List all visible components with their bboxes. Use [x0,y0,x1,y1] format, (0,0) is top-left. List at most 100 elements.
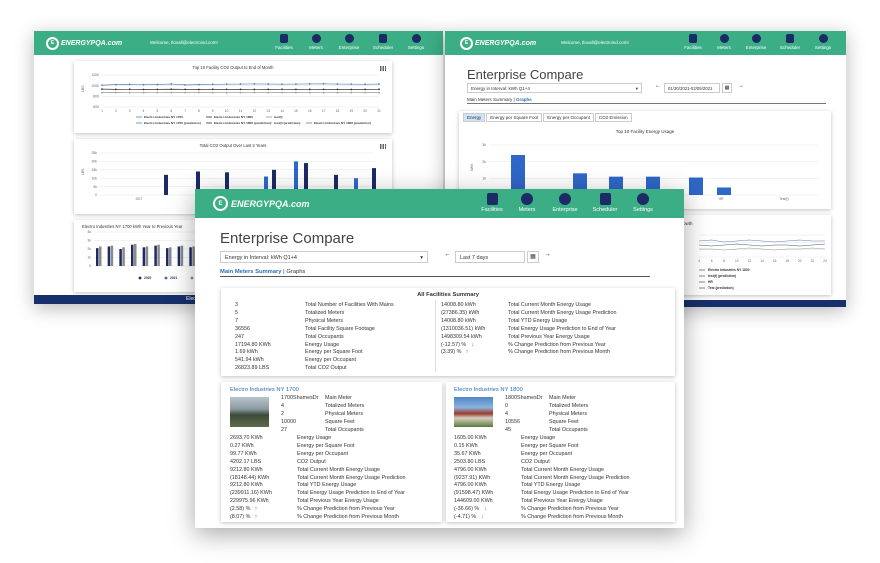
data-point [128,88,131,91]
nav-label: Settings [814,45,832,50]
metric-select[interactable]: Energy in Interval: kWh Q1+4 ▾ [467,83,642,93]
data-point [378,83,380,85]
date-input[interactable]: Last 7 days [455,251,525,263]
arrow-down-icon: ↓ [484,506,487,513]
metric-value: (27386.35) kWh [441,309,480,316]
bar [166,248,169,266]
metric-label: Total Previous Year Energy Usage [508,333,590,340]
x-tick-label: 2 [115,109,117,113]
data-point [336,83,339,85]
nav-enterprise[interactable]: Enterprise [545,193,585,213]
x-tick-label: 5 [157,109,159,113]
nav-facilities[interactable]: Facilities [475,193,509,213]
metric-label: Total Energy Usage Prediction to End of … [521,490,629,497]
facility-name[interactable]: Electro Industries NY 1800 [454,387,523,393]
arrow-left-icon[interactable]: ← [655,83,661,89]
link-separator: | [513,97,515,102]
metric-value: 9212.80 KWh [230,466,263,473]
nav-scheduler[interactable]: Scheduler [773,34,807,50]
nav-facilities[interactable]: Facilities [677,34,709,50]
graphs-link[interactable]: Graphs [286,269,305,275]
nav-scheduler[interactable]: Scheduler [585,193,625,213]
co2-line-chart: 12001000800600LBS1 2 3 4 5 6 7 8 9 10 11 12 13 14 15 16… [81,73,381,125]
summary-link[interactable]: Main Meters Summary [467,97,512,102]
gear-icon [637,193,649,205]
calendar-button[interactable]: ▦ [722,83,732,93]
metric-label: Energy per Occupant [305,357,356,364]
x-tick-label: 20 [363,109,367,113]
select-value: Energy in Interval: kWh Q1+4 [225,255,297,261]
nav-enterprise[interactable]: Enterprise [739,34,773,50]
bar [142,247,146,266]
nav-label: Scheduler [779,45,801,50]
nav-enterprise[interactable]: Enterprise [332,34,366,50]
summary-link[interactable]: Main Meters Summary [220,269,282,275]
data-point [114,83,117,86]
data-point [156,83,159,86]
x-tick-label: 2017 [135,197,142,201]
metric-label: Square Feet [549,418,579,425]
metric-value: 10000 [281,418,296,425]
y-tick-label: 600 [93,105,99,109]
arrow-up-icon: ↑ [254,506,258,513]
metric-select[interactable]: Energy in Interval: kWh Q1+4 ▾ [220,251,428,263]
data-point [128,83,131,86]
data-point [101,88,103,91]
metric-value: 4796.00 KWh [454,482,487,489]
nav-meters[interactable]: Meters [300,34,332,50]
meter-icon [311,34,321,43]
y-tick-label: 0 [89,264,91,268]
bar [107,246,111,266]
graphs-link[interactable]: Graphs [516,97,532,102]
date-range-input[interactable]: 01/30/2021-02/05/2021 [664,83,720,93]
nav-settings[interactable]: Settings [400,34,432,50]
nav-label: Enterprise [745,45,767,50]
calendar-button[interactable]: ▦ [527,251,539,263]
nav-scheduler[interactable]: Scheduler [366,34,400,50]
data-point [170,88,173,91]
x-tick-label: 16 [308,109,312,113]
legend-label: Electro Industries NY 1700 (prediction) [144,121,201,125]
nav-label: Scheduler [372,45,394,50]
nav-settings[interactable]: Settings [625,193,661,213]
welcome-text: Welcome, tlovall@electroind.com! [150,40,218,45]
metric-label: Total Occupants [305,333,344,340]
data-point [308,91,311,94]
data-point [281,88,283,91]
calendar-icon [786,34,794,43]
metric-value: 1800ShamesDr [505,395,543,401]
facility-name[interactable]: Electro Industries NY 1700 [230,387,299,393]
metric-value: 14008.80 kWh [441,302,476,308]
nav-meters[interactable]: Meters [509,193,545,213]
arrow-right-icon[interactable]: → [738,83,744,89]
metric-label: Total Previous Year Energy Usage [297,498,379,505]
legend-label: Test (prediction) [708,286,734,290]
metric-value: 99.77 KWh [230,450,257,457]
metric-label: Energy per Occupant [521,450,572,457]
nav-settings[interactable]: Settings [807,34,839,50]
metric-label: % Change Prediction from Previous Month [297,514,399,520]
nav-facilities[interactable]: Facilities [268,34,300,50]
bar [145,246,149,266]
data-point [198,88,200,91]
metric-value: 1605.00 KWh [454,435,487,441]
select-value: Energy in Interval: kWh Q1+4 [471,86,530,91]
metric-value: (3.39) % [441,349,462,356]
metric-value: 2503.80 LBS [454,458,486,465]
data-point [267,88,270,91]
x-tick-label: 21 [377,109,381,113]
arrow-left-icon[interactable]: ← [444,251,451,258]
metric-value: (-12.57) % [441,341,467,348]
legend-label: 2021 [170,276,178,280]
top-bar: E ENERGYPQA.com Welcome, tlovall@electro… [445,31,846,55]
x-tick-label: 18 [785,259,789,263]
metric-value: (18148.44) KWh [230,474,270,481]
data-point [322,91,325,94]
arrow-right-icon[interactable]: → [544,251,551,258]
logo-mark: E [460,36,473,50]
y-tick-label: 5k [93,185,97,189]
metric-label: Square Feet [325,418,355,425]
nav-meters[interactable]: Meters [709,34,739,50]
data-point [308,88,311,91]
metric-value: 4 [281,402,284,409]
